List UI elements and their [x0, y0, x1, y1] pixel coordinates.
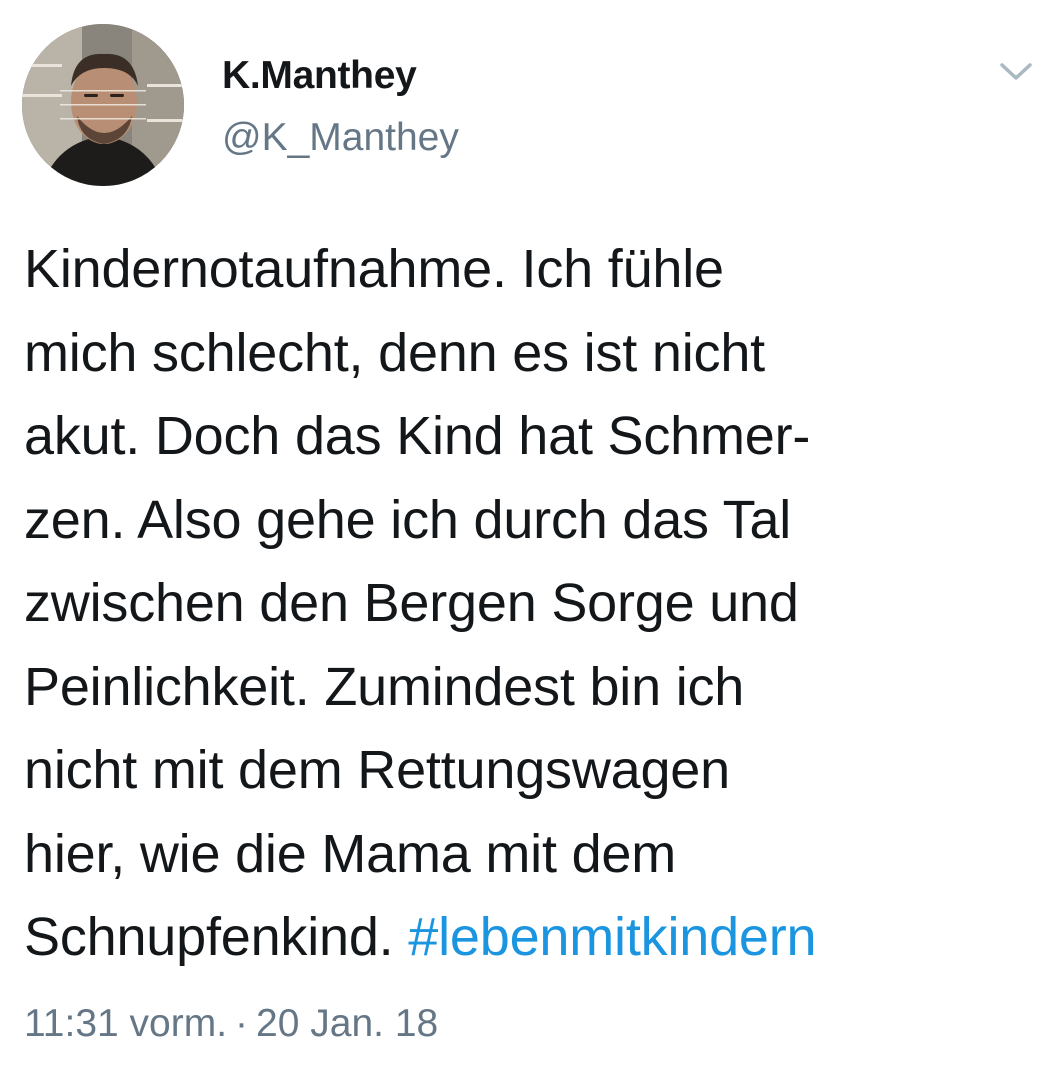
display-name[interactable]: K.Manthey	[222, 54, 417, 98]
hashtag-link[interactable]: #lebenmitkindern	[408, 907, 816, 967]
tweet-date: 20 Jan. 18	[256, 1002, 439, 1045]
user-handle[interactable]: @K_Manthey	[222, 116, 459, 160]
profile-photo	[22, 24, 184, 186]
tweet-menu-button[interactable]	[996, 52, 1036, 92]
tweet-text: Kindernotaufnahme. Ich fühle mich schlec…	[24, 228, 1034, 980]
tweet-timestamp[interactable]: 11:31 vorm. · 20 Jan. 18	[24, 1002, 438, 1046]
tweet-body: Kindernotaufnahme. Ich fühle mich schlec…	[24, 239, 811, 967]
tweet-card: K.Manthey @K_Manthey Kindernotaufnahme. …	[0, 0, 1053, 1089]
avatar[interactable]	[22, 24, 184, 186]
chevron-down-icon	[1000, 63, 1032, 80]
meta-separator: ·	[235, 1002, 249, 1045]
tweet-time: 11:31 vorm.	[24, 1002, 228, 1045]
